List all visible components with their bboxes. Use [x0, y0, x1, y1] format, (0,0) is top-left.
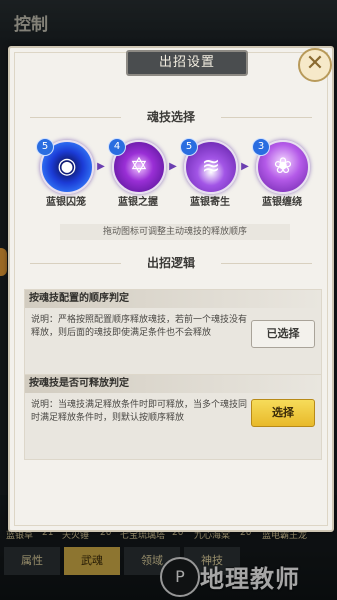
skill-level-badge: 4 [108, 138, 126, 156]
skill-slot-1[interactable]: ◉ 5 蓝银囚笼 [36, 138, 96, 220]
skill-name: 蓝银缠绕 [262, 197, 302, 208]
option-title: 按魂技配置的顺序判定 [25, 290, 321, 308]
drag-hint: 拖动图标可调整主动魂技的释放顺序 [60, 224, 290, 240]
skill-settings-modal: 出招设置 魂技选择 ◉ 5 蓝银囚笼 ▶ ✡ 4 蓝银之握 ▶ ≋ 5 蓝银寄生… [8, 46, 334, 532]
option-title: 按魂技是否可释放判定 [25, 375, 321, 393]
chevron-right-icon: ▶ [169, 161, 177, 172]
option-description: 说明：当魂技满足释放条件时即可释放，当多个魂技同时满足释放条件时，则默认按顺序释… [31, 400, 248, 423]
skill-slot-2[interactable]: ✡ 4 蓝银之握 [108, 138, 168, 220]
logic-section-title: 出招逻辑 [121, 253, 221, 273]
option-order-based[interactable]: 按魂技配置的顺序判定 说明：严格按照配置顺序释放魂技，若前一个魂技没有释放，则后… [24, 289, 322, 375]
skill-name: 蓝银之握 [118, 197, 158, 208]
selected-button[interactable]: 已选择 [251, 320, 315, 348]
skill-slot-3[interactable]: ≋ 5 蓝银寄生 [180, 138, 240, 220]
skill-level-badge: 3 [252, 138, 270, 156]
close-icon[interactable]: ✕ [298, 48, 332, 82]
option-description: 说明：严格按照配置顺序释放魂技，若前一个魂技没有释放，则后面的魂技即使满足条件也… [31, 315, 248, 338]
modal-title: 出招设置 [126, 50, 248, 76]
skill-section-title: 魂技选择 [121, 107, 221, 127]
skill-level-badge: 5 [36, 138, 54, 156]
skill-level-badge: 5 [180, 138, 198, 156]
option-availability-based[interactable]: 按魂技是否可释放判定 说明：当魂技满足释放条件时即可释放，当多个魂技同时满足释放… [24, 374, 322, 460]
select-button[interactable]: 选择 [251, 399, 315, 427]
chevron-right-icon: ▶ [241, 161, 249, 172]
skill-name: 蓝银囚笼 [46, 197, 86, 208]
skill-slot-4[interactable]: ❀ 3 蓝银缠绕 [252, 138, 312, 220]
skill-name: 蓝银寄生 [190, 197, 230, 208]
chevron-right-icon: ▶ [97, 161, 105, 172]
